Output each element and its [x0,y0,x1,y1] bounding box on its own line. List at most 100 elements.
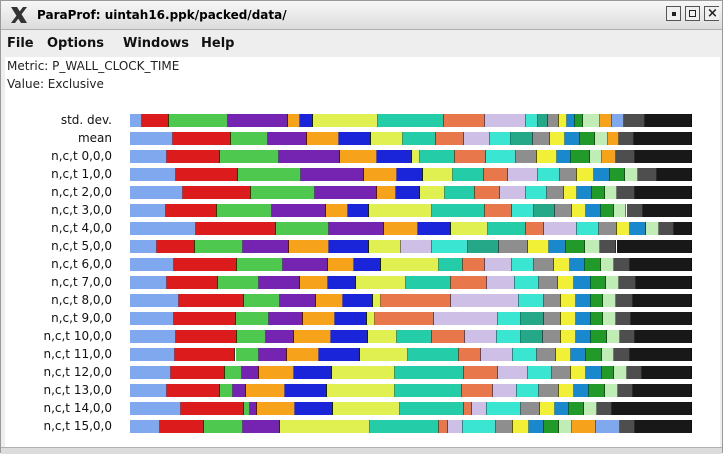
function-segment[interactable] [674,222,692,235]
function-segment[interactable] [412,150,421,163]
function-segment[interactable] [463,402,473,415]
thread-bar[interactable] [130,204,692,217]
function-segment[interactable] [605,276,619,289]
function-segment[interactable] [616,150,635,163]
function-segment[interactable] [167,384,220,397]
function-segment[interactable] [603,312,616,325]
function-segment[interactable] [521,330,544,343]
function-segment[interactable] [609,168,625,181]
thread-bar[interactable] [130,150,692,163]
function-segment[interactable] [601,366,615,379]
function-segment[interactable] [533,204,555,217]
function-segment[interactable] [280,294,316,307]
function-segment[interactable] [331,330,369,343]
function-segment[interactable] [614,348,630,361]
thread-bar[interactable] [130,258,692,271]
function-segment[interactable] [613,204,627,217]
function-segment[interactable] [241,366,260,379]
function-segment[interactable] [487,402,521,415]
function-segment[interactable] [526,222,544,235]
function-segment[interactable] [130,114,143,127]
thread-bar[interactable] [130,402,692,415]
function-segment[interactable] [615,312,631,325]
function-segment[interactable] [539,402,555,415]
function-segment[interactable] [558,114,567,127]
function-segment[interactable] [637,168,658,181]
function-segment[interactable] [279,150,341,163]
thread-bar[interactable] [130,420,692,433]
function-segment[interactable] [657,168,692,181]
function-segment[interactable] [235,312,270,325]
function-segment[interactable] [420,150,455,163]
function-segment[interactable] [634,150,692,163]
function-segment[interactable] [645,222,659,235]
function-segment[interactable] [601,348,615,361]
function-segment[interactable] [498,366,529,379]
function-segment[interactable] [293,366,333,379]
function-segment[interactable] [354,258,381,271]
function-segment[interactable] [629,348,692,361]
function-segment[interactable] [396,330,432,343]
function-segment[interactable] [616,222,631,235]
function-segment[interactable] [394,366,464,379]
function-segment[interactable] [564,132,581,145]
function-segment[interactable] [276,222,330,235]
function-segment[interactable] [378,114,444,127]
function-segment[interactable] [364,168,397,181]
function-segment[interactable] [343,294,373,307]
function-segment[interactable] [543,222,577,235]
function-segment[interactable] [576,222,600,235]
function-segment[interactable] [130,222,197,235]
function-segment[interactable] [586,366,602,379]
function-segment[interactable] [558,384,574,397]
function-segment[interactable] [340,150,378,163]
function-segment[interactable] [538,114,549,127]
function-segment[interactable] [548,114,559,127]
function-segment[interactable] [334,312,367,325]
function-segment[interactable] [400,402,464,415]
function-segment[interactable] [534,258,555,271]
function-segment[interactable] [384,222,418,235]
function-segment[interactable] [394,384,463,397]
function-segment[interactable] [368,204,433,217]
function-segment[interactable] [507,168,538,181]
function-segment[interactable] [585,240,600,253]
function-segment[interactable] [300,114,313,127]
function-segment[interactable] [448,420,464,433]
function-segment[interactable] [450,276,488,289]
function-segment[interactable] [431,330,465,343]
function-segment[interactable] [251,186,316,199]
function-segment[interactable] [368,330,397,343]
thread-bar[interactable] [130,348,692,361]
function-segment[interactable] [599,114,612,127]
function-segment[interactable] [564,186,578,199]
function-segment[interactable] [586,204,602,217]
function-segment[interactable] [235,348,260,361]
function-segment[interactable] [245,384,286,397]
function-segment[interactable] [632,384,692,397]
function-segment[interactable] [513,420,529,433]
function-segment[interactable] [571,366,587,379]
thread-bar[interactable] [130,222,692,235]
function-segment[interactable] [512,204,534,217]
function-segment[interactable] [157,240,195,253]
function-segment[interactable] [259,348,288,361]
function-segment[interactable] [554,402,570,415]
minimize-icon[interactable] [666,6,681,21]
function-segment[interactable] [400,240,432,253]
function-segment[interactable] [175,168,239,181]
function-segment[interactable] [326,204,348,217]
function-segment[interactable] [611,402,692,415]
function-segment[interactable] [405,276,451,289]
function-segment[interactable] [511,132,533,145]
thread-bar[interactable] [130,240,692,253]
function-segment[interactable] [443,114,485,127]
function-segment[interactable] [371,132,404,145]
function-segment[interactable] [544,312,561,325]
function-segment[interactable] [462,384,493,397]
function-segment[interactable] [319,348,361,361]
function-segment[interactable] [130,330,176,343]
function-segment[interactable] [630,222,646,235]
function-segment[interactable] [576,330,592,343]
function-segment[interactable] [520,402,540,415]
